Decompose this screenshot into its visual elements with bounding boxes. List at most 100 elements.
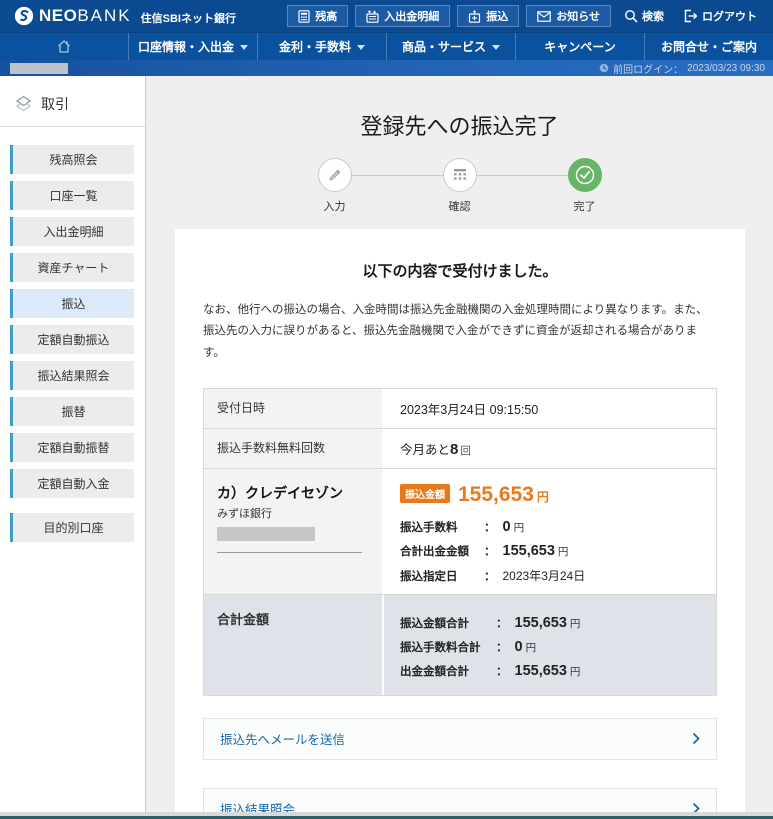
keypad-icon <box>453 169 466 180</box>
nav-home[interactable] <box>0 33 129 60</box>
transfer-icon <box>469 9 481 23</box>
row-label: 振込手数料無料回数 <box>204 428 384 468</box>
sidebar-item-balance[interactable]: 残高照会 <box>10 145 134 174</box>
detail-fee: 振込手数料 ： 0 円 <box>400 518 525 535</box>
divider <box>217 551 362 553</box>
sidebar-item-transfer[interactable]: 振込 <box>10 289 134 318</box>
page: NEO BANK 住信SBIネット銀行 残高 入出金明細 振込 お知らせ 検索 … <box>0 0 773 819</box>
card-heading: 以下の内容で受付けました。 <box>362 263 558 280</box>
send-mail-link-label: 振込先へメールを送信 <box>220 733 346 748</box>
sidebar-item-furikae[interactable]: 振替 <box>10 397 134 426</box>
logout-icon <box>684 9 698 23</box>
next-actions-linkbox: 振込結果照会 他の振込を行う <box>203 787 717 812</box>
login-info-bar: 前回ログイン： 2023/03/23 09:30 <box>0 60 773 76</box>
main-nav: 口座情報・入出金 金利・手数料 商品・サービス キャンペーン お問合せ・ご案内 <box>0 32 773 60</box>
statement-button[interactable]: 入出金明細 <box>355 5 451 27</box>
sidebar-item-auto-transfer[interactable]: 定額自動振込 <box>10 325 134 354</box>
chevron-down-icon <box>492 45 500 50</box>
chevron-right-icon <box>692 733 700 745</box>
nav-item-rates[interactable]: 金利・手数料 <box>258 33 387 60</box>
nav-item-contact[interactable]: お問合せ・ご案内 <box>645 33 773 60</box>
page-title: 登録先への振込完了 <box>360 114 559 139</box>
chevron-right-icon <box>692 803 700 812</box>
free-count-number: 8 <box>450 440 459 458</box>
card-note: なお、他行への振込の場合、入金時間は振込先金融機関の入金処理時間により異なります… <box>203 304 708 359</box>
content-row: 取引 残高照会 口座一覧 入出金明細 資産チャート 振込 定額自動振込 振込結果… <box>0 76 773 812</box>
transfer-result-link[interactable]: 振込結果照会 <box>204 789 716 812</box>
search-button[interactable]: 検索 <box>618 8 670 24</box>
notice-button[interactable]: お知らせ <box>526 5 611 27</box>
transfer-button-label: 振込 <box>486 11 509 23</box>
last-login-label: 前回ログイン： <box>613 64 684 76</box>
step-input: 入力 <box>307 158 363 214</box>
sidebar-item-auto-deposit[interactable]: 定額自動入金 <box>10 469 134 498</box>
result-card: 以下の内容で受付けました。 なお、他行への振込の場合、入金時間は振込先金融機関の… <box>175 229 745 812</box>
step-complete: 完了 <box>557 158 613 214</box>
total-withdrawal: 出金金額合計 ： 155,653 円 <box>400 662 581 679</box>
nav-item-campaign[interactable]: キャンペーン <box>516 33 645 60</box>
clock-icon <box>599 63 609 73</box>
free-count-unit: 回 <box>460 444 471 457</box>
logout-button-label: ログアウト <box>702 11 757 23</box>
transfer-info-table: 受付日時 2023年3月24日 09:15:50 振込手数料無料回数 今月あと8… <box>203 387 717 696</box>
sidebar-title: 取引 <box>41 96 69 112</box>
search-icon <box>625 10 638 23</box>
chevron-down-icon <box>240 45 248 50</box>
sidebar-item-auto-furikae[interactable]: 定額自動振替 <box>10 433 134 462</box>
statement-button-label: 入出金明細 <box>384 11 440 23</box>
statement-icon <box>366 9 379 23</box>
transfer-button[interactable]: 振込 <box>457 5 520 27</box>
nav-item-accounts[interactable]: 口座情報・入出金 <box>129 33 258 60</box>
step-confirm: 確認 <box>432 158 488 214</box>
logout-button[interactable]: ログアウト <box>677 8 763 24</box>
notice-button-label: お知らせ <box>556 11 600 23</box>
total-fee: 振込手数料合計 ： 0 円 <box>400 638 537 655</box>
step-input-circle <box>317 158 352 192</box>
neobank-logo[interactable]: NEO BANK 住信SBIネット銀行 <box>14 6 236 26</box>
brand-bank: BANK <box>77 6 132 25</box>
last-login: 前回ログイン： 2023/03/23 09:30 <box>599 61 765 76</box>
recipient-amount-cell: 振込金額 155,653 円 振込手数料 ： 0 円 合計出金金額 ： 155,… <box>384 469 716 594</box>
nav-item-products[interactable]: 商品・サービス <box>387 33 516 60</box>
send-mail-link[interactable]: 振込先へメールを送信 <box>204 719 716 759</box>
redacted-account-number <box>217 526 315 541</box>
sidebar-transactions: 取引 残高照会 口座一覧 入出金明細 資産チャート 振込 定額自動振込 振込結果… <box>0 76 146 812</box>
sidebar-item-account-list[interactable]: 口座一覧 <box>10 181 134 210</box>
recipient-name: カ）クレデイセゾン <box>217 484 343 501</box>
home-icon <box>58 40 70 53</box>
last-login-value: 2023/03/23 09:30 <box>687 62 765 74</box>
detail-designated-date: 振込指定日 ： 2023年3月24日 <box>400 568 586 583</box>
mail-icon <box>537 10 552 22</box>
header-quick-actions: 残高 入出金明細 振込 お知らせ 検索 ログアウト <box>287 5 763 27</box>
progress-steps: 入力 確認 完了 <box>307 158 613 214</box>
step-input-label: 入力 <box>323 201 346 213</box>
calculator-icon <box>298 9 310 23</box>
row-label: 受付日時 <box>204 388 384 428</box>
total-label: 合計金額 <box>204 594 384 695</box>
balance-button[interactable]: 残高 <box>287 5 349 27</box>
total-amount: 振込金額合計 ： 155,653 円 <box>400 614 581 631</box>
nav-item-label: 商品・サービス <box>401 40 486 54</box>
step-confirm-circle <box>442 158 477 192</box>
step-confirm-label: 確認 <box>448 201 471 213</box>
amount-badge: 振込金額 <box>400 483 450 503</box>
redacted-username <box>10 62 68 74</box>
nav-item-label: お問合せ・ご案内 <box>660 40 757 54</box>
nav-item-label: 口座情報・入出金 <box>137 40 234 54</box>
sidebar-item-statement[interactable]: 入出金明細 <box>10 217 134 246</box>
table-row-datetime: 受付日時 2023年3月24日 09:15:50 <box>204 388 716 429</box>
sidebar-header: 取引 <box>0 88 145 127</box>
transfer-result-link-label: 振込結果照会 <box>220 803 296 812</box>
main-content: 登録先への振込完了 入力 確認 完了 以下の内容で受付けました。 なお、他行への… <box>146 76 773 812</box>
balance-button-label: 残高 <box>315 11 338 23</box>
sidebar-item-asset-chart[interactable]: 資産チャート <box>10 253 134 282</box>
table-row-recipient: カ）クレデイセゾン みずほ銀行 振込金額 155,653 円 振込手数料 ： 0… <box>204 468 716 595</box>
recipient-bank: みずほ銀行 <box>217 507 272 520</box>
search-button-label: 検索 <box>642 11 664 23</box>
sidebar-menu: 残高照会 口座一覧 入出金明細 資産チャート 振込 定額自動振込 振込結果照会 … <box>0 127 145 542</box>
recipient-details: 振込手数料 ： 0 円 合計出金金額 ： 155,653 円 振込指定日 ： 2… <box>400 519 700 584</box>
row-value: 今月あと8 回 <box>384 429 716 468</box>
sidebar-item-purpose-account[interactable]: 目的別口座 <box>10 513 134 542</box>
amount-line: 振込金額 155,653 円 <box>400 483 700 507</box>
sidebar-item-transfer-result[interactable]: 振込結果照会 <box>10 361 134 390</box>
